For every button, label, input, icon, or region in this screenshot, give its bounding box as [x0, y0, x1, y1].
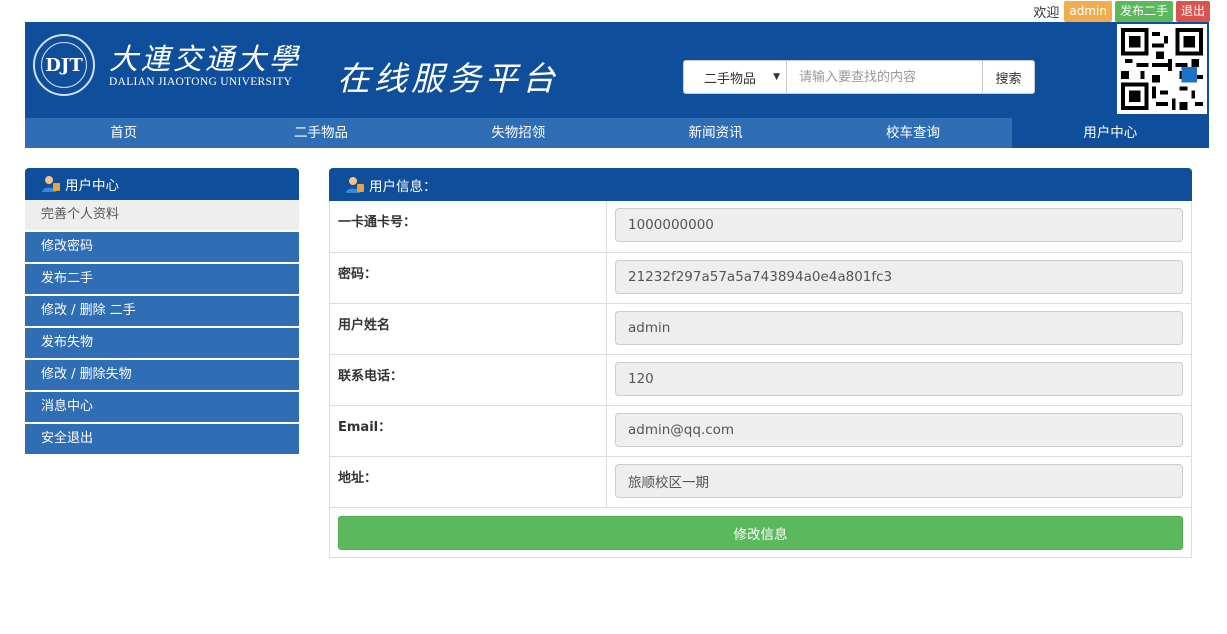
user-icon: [346, 176, 364, 193]
sidebar-item-post-secondhand[interactable]: 发布二手: [25, 264, 299, 294]
update-info-button[interactable]: 修改信息: [338, 516, 1183, 550]
university-name-en: DALIAN JIAOTONG UNIVERSITY: [109, 76, 293, 88]
sidebar-item-edit-lost[interactable]: 修改 / 删除失物: [25, 360, 299, 390]
site-header: DJT 大連交通大學 DALIAN JIAOTONG UNIVERSITY 在线…: [25, 22, 1209, 118]
qr-code-icon: [1117, 24, 1207, 114]
post-secondhand-button[interactable]: 发布二手: [1114, 0, 1173, 22]
form-submit-row: 修改信息: [330, 507, 1191, 557]
sidebar-item-logout[interactable]: 安全退出: [25, 424, 299, 454]
top-user-bar: 欢迎 admin 发布二手 退出: [1033, 0, 1210, 22]
address-label: 地址：: [330, 457, 607, 507]
nav-item-shuttle-bus[interactable]: 校车查询: [814, 118, 1011, 148]
platform-title: 在线服务平台: [337, 59, 559, 98]
form-row-phone: 联系电话：: [330, 354, 1191, 405]
email-field[interactable]: [615, 413, 1183, 447]
sidebar-title: 用户中心: [65, 178, 119, 194]
form-row-card-number: 一卡通卡号：: [330, 201, 1191, 252]
sidebar-item-edit-secondhand[interactable]: 修改 / 删除 二手: [25, 296, 299, 326]
form-row-email: Email：: [330, 405, 1191, 456]
sidebar-item-complete-profile[interactable]: 完善个人资料: [25, 200, 299, 230]
search-category-select[interactable]: 二手物品 ▼: [683, 60, 787, 94]
nav-item-secondhand[interactable]: 二手物品: [222, 118, 419, 148]
form-row-username: 用户姓名: [330, 303, 1191, 354]
username-label: 用户姓名: [330, 304, 607, 354]
nav-item-user-center[interactable]: 用户中心: [1011, 118, 1209, 148]
username-field[interactable]: [615, 311, 1183, 345]
sidebar-header: 用户中心: [25, 168, 299, 200]
search-bar: 二手物品 ▼ 搜索: [683, 60, 1035, 94]
password-field[interactable]: [615, 260, 1183, 294]
form-row-password: 密码：: [330, 252, 1191, 303]
university-name-cn: 大連交通大學: [109, 42, 302, 76]
logout-button[interactable]: 退出: [1175, 0, 1210, 22]
nav-item-home[interactable]: 首页: [25, 118, 222, 148]
nav-item-lost-found[interactable]: 失物招领: [420, 118, 617, 148]
sidebar-item-post-lost[interactable]: 发布失物: [25, 328, 299, 358]
emblem-text: DJT: [41, 42, 87, 88]
user-info-panel: 用户信息： 一卡通卡号： 密码： 用户姓名 联系电话： Email： 地址： 修…: [329, 168, 1192, 558]
search-category-value: 二手物品: [703, 71, 756, 87]
address-field[interactable]: [615, 464, 1183, 498]
phone-label: 联系电话：: [330, 355, 607, 405]
search-input[interactable]: [787, 60, 983, 94]
username-badge[interactable]: admin: [1064, 0, 1112, 22]
sidebar-item-change-password[interactable]: 修改密码: [25, 232, 299, 262]
sidebar-item-messages[interactable]: 消息中心: [25, 392, 299, 422]
search-button[interactable]: 搜索: [983, 60, 1035, 94]
panel-title: 用户信息：: [369, 178, 437, 195]
user-icon: [42, 176, 60, 192]
user-info-form: 一卡通卡号： 密码： 用户姓名 联系电话： Email： 地址： 修改信息: [329, 201, 1192, 558]
main-nav: 首页 二手物品 失物招领 新闻资讯 校车查询 用户中心: [25, 118, 1209, 148]
form-row-address: 地址：: [330, 456, 1191, 507]
welcome-text: 欢迎: [1033, 5, 1060, 21]
chevron-down-icon: ▼: [773, 72, 780, 82]
phone-field[interactable]: [615, 362, 1183, 396]
password-label: 密码：: [330, 253, 607, 303]
university-emblem-logo: DJT: [33, 34, 95, 96]
email-label: Email：: [330, 406, 607, 456]
sidebar: 用户中心 完善个人资料 修改密码 发布二手 修改 / 删除 二手 发布失物 修改…: [25, 168, 299, 454]
nav-item-news[interactable]: 新闻资讯: [617, 118, 814, 148]
panel-header: 用户信息：: [329, 168, 1192, 201]
card-number-label: 一卡通卡号：: [330, 201, 607, 252]
card-number-field[interactable]: [615, 208, 1183, 242]
